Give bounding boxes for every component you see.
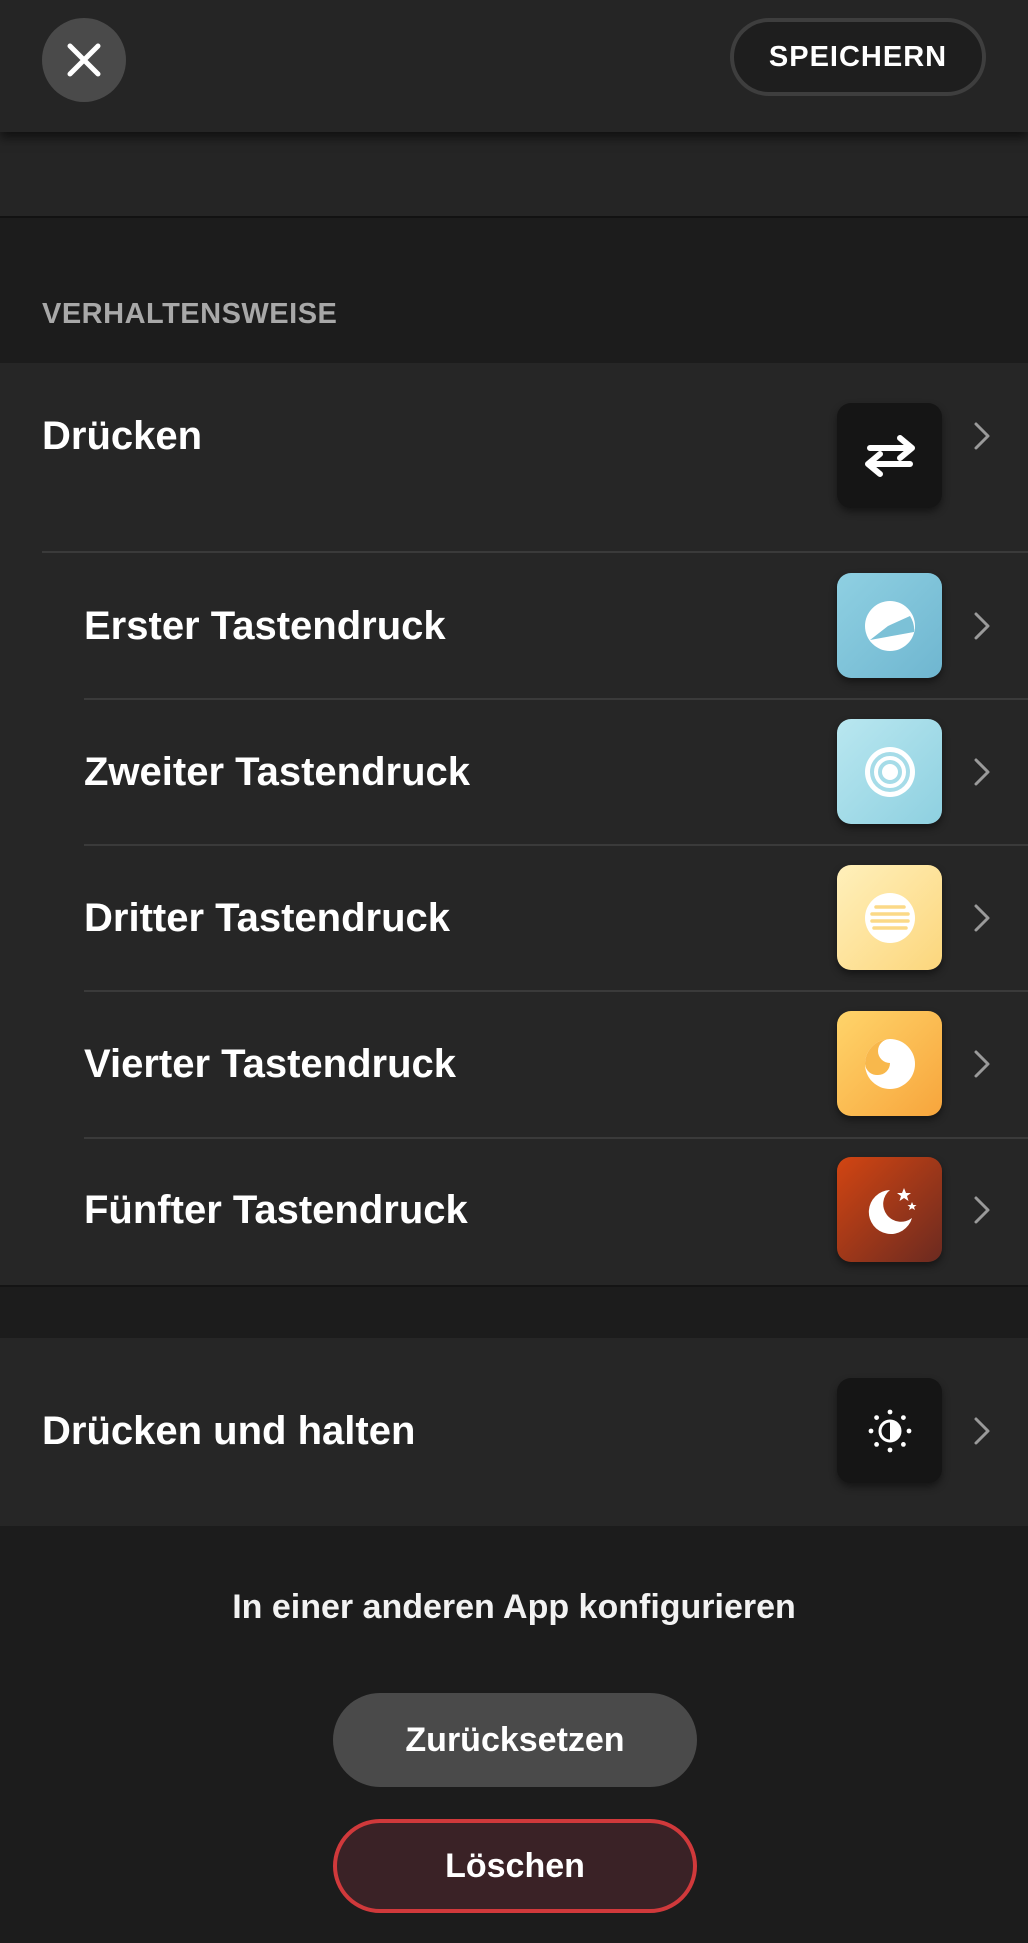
press-tile	[837, 403, 942, 508]
chevron-right-icon	[974, 1050, 990, 1078]
lines-circle-icon	[864, 892, 915, 943]
swap-arrows-icon	[864, 434, 915, 477]
section-title: VERHALTENSWEISE	[42, 298, 338, 330]
press-4-label: Vierter Tastendruck	[84, 1041, 457, 1086]
reset-button[interactable]: Zurücksetzen	[333, 1693, 697, 1787]
moon-stars-icon	[868, 1187, 916, 1234]
previous-section-strip	[0, 132, 1028, 218]
press-1-tile	[837, 573, 942, 678]
press-label: Drücken	[42, 413, 203, 458]
press-row-4[interactable]: Vierter Tastendruck	[0, 991, 1028, 1137]
press-and-hold-row[interactable]: Drücken und halten	[0, 1358, 1028, 1504]
press-behavior-group: Drücken Erster Tastendruck Zweiter Taste…	[0, 363, 1028, 1287]
press-5-label: Fünfter Tastendruck	[84, 1187, 468, 1232]
chevron-right-icon	[974, 904, 990, 932]
press-row[interactable]: Drücken	[0, 363, 1028, 509]
chevron-right-icon	[974, 422, 990, 450]
press-3-tile	[837, 865, 942, 970]
chevron-right-icon	[974, 758, 990, 786]
press-and-hold-group: Drücken und halten	[0, 1338, 1028, 1526]
chevron-right-icon	[974, 1417, 990, 1445]
dial-icon	[864, 600, 915, 651]
press-row-2[interactable]: Zweiter Tastendruck	[0, 699, 1028, 845]
close-icon	[67, 43, 101, 77]
close-button[interactable]	[42, 18, 126, 102]
press-5-tile	[837, 1157, 942, 1262]
concentric-circles-icon	[864, 746, 915, 797]
press-row-5[interactable]: Fünfter Tastendruck	[0, 1137, 1028, 1283]
press-and-hold-label: Drücken und halten	[42, 1408, 416, 1453]
press-row-3[interactable]: Dritter Tastendruck	[0, 845, 1028, 991]
press-and-hold-tile	[837, 1378, 942, 1483]
configure-in-other-app-link[interactable]: In einer anderen App konfigurieren	[0, 1588, 1028, 1627]
top-bar: SPEICHERN	[0, 0, 1028, 132]
yin-yang-icon	[864, 1038, 915, 1089]
delete-button[interactable]: Löschen	[333, 1819, 697, 1913]
brightness-icon	[868, 1409, 911, 1452]
press-row-1[interactable]: Erster Tastendruck	[0, 553, 1028, 699]
chevron-right-icon	[974, 612, 990, 640]
press-1-label: Erster Tastendruck	[84, 603, 446, 648]
chevron-right-icon	[974, 1196, 990, 1224]
press-2-label: Zweiter Tastendruck	[84, 749, 471, 794]
save-button[interactable]: SPEICHERN	[730, 18, 986, 96]
press-3-label: Dritter Tastendruck	[84, 895, 451, 940]
press-2-tile	[837, 719, 942, 824]
press-4-tile	[837, 1011, 942, 1116]
